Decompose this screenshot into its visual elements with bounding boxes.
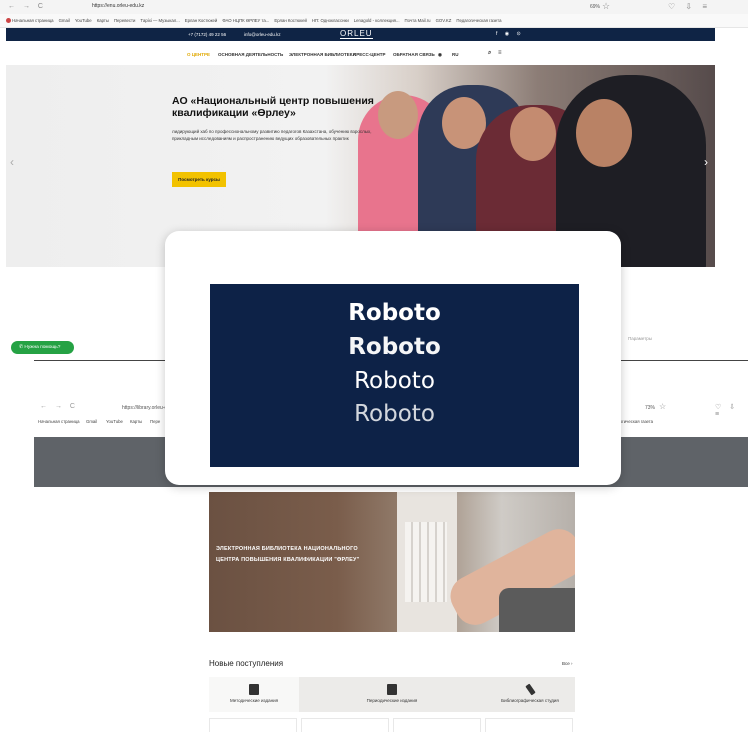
zoom-level[interactable]: 69% bbox=[590, 4, 600, 10]
book-card[interactable] bbox=[485, 718, 573, 732]
nav-item-activity[interactable]: ОСНОВНАЯ ДЕЯТЕЛЬНОСТЬ bbox=[218, 52, 283, 57]
bookmark-item[interactable]: Пере bbox=[150, 419, 160, 424]
book-card[interactable] bbox=[393, 718, 481, 732]
tab-label: Методические издания bbox=[229, 698, 279, 703]
bookmark-star-icon[interactable]: ☆ bbox=[602, 1, 610, 12]
menu-icon[interactable]: ≡ bbox=[498, 50, 502, 56]
help-chat-button[interactable]: ✆ Нужна помощь? bbox=[11, 341, 74, 354]
book-card[interactable] bbox=[301, 718, 389, 732]
browser-toolbar: ← → C https://enu.orleu-edu.kz 69% ☆ ♡ ⇩… bbox=[0, 0, 748, 14]
font-sample-light: Roboto bbox=[354, 401, 435, 427]
bookmark-item[interactable]: Карты bbox=[97, 18, 109, 23]
browser-tools-icons[interactable]: ♡ ⇩ ≡ bbox=[668, 2, 711, 11]
hero-person-face bbox=[510, 107, 556, 161]
site-topbar: +7 (7172) 49 22 56 info@orleu-edu.kz ORL… bbox=[6, 28, 715, 41]
orleu-site-screenshot: ← → C https://enu.orleu-edu.kz 69% ☆ ♡ ⇩… bbox=[0, 0, 748, 268]
language-switch[interactable]: RU bbox=[452, 52, 459, 57]
chevron-left-icon[interactable]: ‹ bbox=[10, 155, 14, 169]
new-arrivals-heading: Новые поступления bbox=[209, 659, 284, 668]
bookmark-favicon-icon bbox=[6, 18, 11, 24]
font-sample-regular: Roboto bbox=[354, 368, 435, 394]
bookmark-item[interactable]: Начальная страница bbox=[38, 419, 80, 424]
font-preview-card: Roboto Roboto Roboto Roboto bbox=[165, 231, 621, 485]
help-label: Нужна помощь? bbox=[24, 345, 61, 350]
tab-periodicals[interactable]: Периодические издания bbox=[347, 684, 437, 703]
newspaper-icon bbox=[387, 684, 397, 695]
book-icon bbox=[249, 684, 259, 695]
bookmark-item[interactable]: ФАО НЦПК ӨРЛЕУ та... bbox=[222, 18, 269, 23]
bookmark-item[interactable]: Педагогическая газета bbox=[456, 18, 501, 23]
book-card[interactable] bbox=[209, 718, 297, 732]
bookmark-item[interactable]: Перевести bbox=[114, 18, 135, 23]
bookmark-item[interactable]: Начальная страница bbox=[6, 18, 54, 24]
bookmark-item[interactable]: НП: Однокласснки bbox=[312, 18, 349, 23]
pen-icon bbox=[524, 683, 536, 696]
nav-item-library[interactable]: ЭЛЕКТРОННАЯ БИБЛИОТЕКА bbox=[289, 52, 356, 57]
chevron-right-icon[interactable]: › bbox=[704, 155, 708, 169]
hero-title: АО «Национальный центр повышения квалифи… bbox=[172, 95, 374, 119]
phone-link[interactable]: +7 (7172) 49 22 56 bbox=[188, 32, 226, 37]
view-all-link[interactable]: Все › bbox=[562, 661, 573, 666]
email-link[interactable]: info@orleu-edu.kz bbox=[244, 32, 281, 37]
bookmark-item[interactable]: GOV.KZ bbox=[436, 18, 452, 23]
tab-label: Библиографическая студия bbox=[501, 698, 559, 703]
books bbox=[405, 522, 447, 602]
bookmark-item[interactable]: Ерлан Костюкей bbox=[185, 18, 218, 23]
bookmark-item[interactable]: Почта Mail.ru bbox=[405, 18, 431, 23]
nav-item-about[interactable]: О ЦЕНТРЕ bbox=[187, 52, 210, 57]
eye-icon[interactable]: ◉ bbox=[438, 52, 442, 58]
tab-bibliographic[interactable]: Библиографическая студия bbox=[485, 683, 575, 703]
bookmark-item[interactable]: Gmail bbox=[86, 419, 97, 424]
hero-person-face bbox=[576, 99, 632, 167]
library-hero-title: ЭЛЕКТРОННАЯ БИБЛИОТЕКА НАЦИОНАЛЬНОГО ЦЕН… bbox=[216, 546, 360, 563]
bookmark-item[interactable]: Ерлан Костюкей bbox=[274, 18, 307, 23]
bookmark-item[interactable]: Карты bbox=[130, 419, 142, 424]
search-icon[interactable]: ⌕ bbox=[488, 50, 491, 57]
cookie-settings-hint[interactable]: Параметры bbox=[628, 336, 652, 341]
nav-item-press[interactable]: ПРЕСС-ЦЕНТР bbox=[353, 52, 386, 57]
nav-item-feedback[interactable]: ОБРАТНАЯ СВЯЗЬ bbox=[393, 52, 435, 57]
bookmark-item[interactable]: YouTube bbox=[75, 18, 92, 23]
bookmarks-bar: Начальная страница Gmail YouTube Карты П… bbox=[0, 14, 748, 28]
tab-label: Периодические издания bbox=[366, 698, 418, 703]
view-courses-button[interactable]: Посмотреть курсы bbox=[172, 172, 226, 187]
category-tabs: Методические издания Периодические издан… bbox=[209, 677, 575, 712]
tab-methodical[interactable]: Методические издания bbox=[209, 684, 299, 703]
arrivals-cards bbox=[209, 718, 575, 732]
zoom-level[interactable]: 73% bbox=[645, 405, 655, 411]
address-bar[interactable]: https://enu.orleu-edu.kz bbox=[92, 3, 144, 9]
browser-nav-icons[interactable]: ← → C bbox=[8, 3, 46, 10]
bookmark-item[interactable]: Gmail bbox=[59, 18, 70, 23]
social-icons[interactable]: f ◉ ⊙ bbox=[496, 31, 524, 37]
site-logo[interactable]: ORLEU bbox=[340, 29, 373, 39]
font-sample-medium: Roboto bbox=[348, 334, 441, 360]
font-sample-panel: Roboto Roboto Roboto Roboto bbox=[210, 284, 579, 467]
browser-nav-icons[interactable]: ← → C bbox=[40, 403, 78, 410]
bookmark-item[interactable]: Lenagold - коллекция... bbox=[354, 18, 400, 23]
bookmark-item[interactable]: YouTube bbox=[106, 419, 123, 424]
hero-description: лидирующий хаб по профессиональному разв… bbox=[172, 129, 372, 141]
sleeve bbox=[499, 588, 575, 632]
font-sample-bold: Roboto bbox=[348, 300, 441, 326]
site-navigation: О ЦЕНТРЕ ОСНОВНАЯ ДЕЯТЕЛЬНОСТЬ ЭЛЕКТРОНН… bbox=[6, 41, 715, 65]
bookmark-star-icon[interactable]: ☆ bbox=[659, 402, 666, 411]
bookmark-item[interactable]: Tаріхі — Музыкал... bbox=[140, 18, 179, 23]
